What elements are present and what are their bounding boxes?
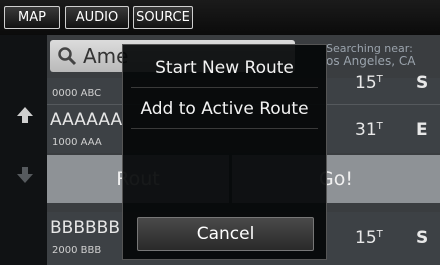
- scroll-column: [0, 35, 47, 265]
- searching-near-location: os Angeles, CA: [326, 54, 416, 68]
- list-item-title: BBBBBB: [50, 218, 120, 238]
- divider: [131, 128, 318, 129]
- list-item-address: 1000 AAA: [52, 137, 102, 148]
- top-tab-bar: MAP AUDIO SOURCE: [0, 0, 440, 36]
- tab-map[interactable]: MAP: [4, 6, 60, 29]
- start-new-route-item[interactable]: Start New Route: [123, 58, 326, 78]
- list-item-distance: 15T: [355, 73, 383, 93]
- list-item-direction: E: [416, 120, 428, 140]
- divider: [131, 87, 318, 88]
- tab-audio[interactable]: AUDIO: [65, 6, 129, 29]
- tab-source[interactable]: SOURCE: [133, 6, 193, 29]
- scroll-up-icon[interactable]: [15, 105, 35, 125]
- list-item-title: AAAAAA: [50, 110, 123, 130]
- list-item-direction: S: [416, 73, 429, 93]
- cancel-button[interactable]: Cancel: [137, 217, 314, 251]
- route-options-popup: Start New Route Add to Active Route Canc…: [122, 44, 327, 260]
- list-item-address: 0000 ABC: [52, 88, 102, 99]
- list-item-distance: 15T: [355, 228, 383, 248]
- add-to-active-route-item[interactable]: Add to Active Route: [123, 99, 326, 119]
- search-icon: [58, 47, 77, 66]
- list-item-direction: S: [416, 228, 429, 248]
- list-item-distance: 31T: [355, 120, 383, 140]
- list-item-address: 2000 BBB: [52, 245, 102, 256]
- searching-near: Searching near: os Angeles, CA: [326, 42, 415, 68]
- scroll-down-icon[interactable]: [15, 165, 35, 185]
